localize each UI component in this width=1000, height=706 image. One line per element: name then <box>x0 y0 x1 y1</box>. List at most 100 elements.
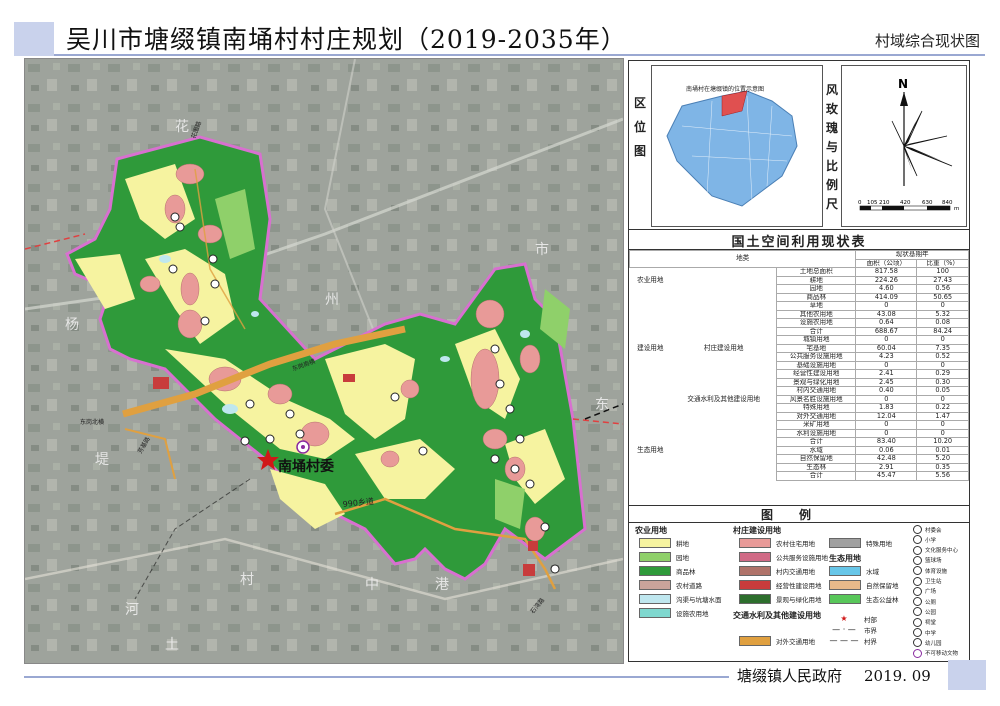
table-cell-n: 耕地 <box>776 275 857 285</box>
village-map[interactable]: 南埇村委 990乡道 东岗南横 东岗北横 芳基路 花围路 石湾路 花 杨 州 市… <box>24 58 624 664</box>
table-row: 草地 0 0 <box>630 301 969 311</box>
table-cell-s <box>671 370 777 379</box>
svg-text:210: 210 <box>879 200 890 206</box>
table-cell-a: 0.40 <box>855 386 918 396</box>
table-cell-s <box>671 404 777 413</box>
table-cell-r: 0.30 <box>916 377 969 387</box>
table-cell-a: 0 <box>855 394 918 404</box>
north-label: N <box>898 77 908 91</box>
legend-agri-head: 农业用地 <box>635 526 667 535</box>
legend-transport-head: 交通水利及其他建设用地 <box>733 611 821 620</box>
legend-swatch <box>739 579 771 590</box>
facility-icon <box>913 545 922 555</box>
table-cell-s: 交通水利及其他建设用地 <box>687 395 760 403</box>
legend-label: 生态公益林 <box>866 595 899 604</box>
table-cell-g <box>630 438 672 447</box>
facility-label: 文化服务中心 <box>925 548 959 555</box>
legend-facility-item: 卫生站 <box>913 576 942 586</box>
facility-label: 广场 <box>925 589 937 596</box>
legend-label: 经营性建设用地 <box>776 581 822 590</box>
legend-facility-item: 广场 <box>913 586 937 596</box>
legend-swatch <box>739 551 771 562</box>
table-cell-a: 0.64 <box>855 318 918 328</box>
legend-label: 耕地 <box>676 539 689 548</box>
legend-item: 商品林 <box>639 565 696 576</box>
table-cell-g <box>630 293 672 302</box>
footer-accent-square <box>948 660 986 690</box>
svg-text:840: 840 <box>942 200 953 206</box>
table-cell-n: 合计 <box>776 471 857 481</box>
table-cell-s <box>671 361 777 370</box>
table-cell-a: 83.40 <box>855 437 918 447</box>
table-cell-a: 4.60 <box>855 284 918 294</box>
facility-icon <box>913 535 922 545</box>
table-cell-n: 公共服务设施用地 <box>776 352 857 362</box>
legend-item: 设施农用地 <box>639 607 709 618</box>
table-cell-n: 城镇用地 <box>776 335 857 345</box>
legend-label: 公共服务设施用地 <box>776 553 828 562</box>
table-cell-s <box>671 421 777 430</box>
table-cell-n: 风景名胜设施用地 <box>776 394 857 404</box>
legend-swatch <box>829 579 861 590</box>
table-cell-s <box>671 285 777 294</box>
table-cell-a: 0 <box>855 301 918 311</box>
table-row: 生态林 2.91 0.35 <box>630 462 969 472</box>
table-cell-g: 生态用地 <box>637 446 664 454</box>
legend-facility-item: 中学 <box>913 628 936 637</box>
table-cell-n: 其他农用地 <box>776 309 857 319</box>
table-cell-r: 100 <box>916 267 969 277</box>
region-label-dong: 东 <box>595 397 609 413</box>
table-cell-a: 2.41 <box>855 369 918 379</box>
star-icon: ★ <box>840 614 848 623</box>
legend-item: 村内交通用地 <box>739 565 815 576</box>
table-cell-g <box>630 412 672 421</box>
facility-label: 体育设施 <box>925 568 948 575</box>
table-cell-g <box>630 370 672 379</box>
compass-label: 风 玫 瑰 与 比 例 尺 <box>825 83 838 211</box>
region-label-hua: 花 <box>175 119 189 135</box>
table-cell-g <box>630 404 672 413</box>
boundary-line-icon: — · — <box>832 625 856 634</box>
table-cell-n: 生态林 <box>776 462 857 472</box>
table-cell-s <box>671 412 777 421</box>
table-row: 合计 83.40 10.20 <box>630 437 969 447</box>
legend-swatch <box>639 551 671 562</box>
svg-text:0: 0 <box>858 200 862 206</box>
legend-swatch <box>739 635 771 646</box>
table-row: 土地总面积 817.58 100 <box>630 267 969 277</box>
table-cell-g <box>630 327 672 336</box>
table-cell-r: 0.29 <box>916 369 969 379</box>
table-cell-s <box>671 327 777 336</box>
table-row: 合计 688.67 84.24 <box>630 326 969 336</box>
facility-icon <box>913 586 922 596</box>
table-cell-a: 2.91 <box>855 462 918 472</box>
table-cell-a: 688.67 <box>855 326 918 336</box>
region-label-cun: 村 <box>240 572 254 588</box>
table-cell-s <box>671 472 777 481</box>
table-cell-g <box>630 472 672 481</box>
location-section: 区 位 图 南埇村在塘缀镇的位置示意图 风 玫 瑰 与 比 例 尺 N 0 10… <box>629 61 969 230</box>
table-cell-g: 农业用地 <box>637 276 664 284</box>
legend-item: 农村住宅用地 <box>739 537 815 548</box>
location-inset-map[interactable]: 南埇村在塘缀镇的位置示意图 <box>651 65 823 227</box>
table-cell-n: 草地 <box>776 301 857 311</box>
facility-icon <box>913 525 922 534</box>
table-row: 水利设施用地 0 0 <box>630 428 969 438</box>
table-row: 交通水利及其他建设用地 风景名胜设施用地 0 0 <box>630 394 969 404</box>
table-head-area: 面积（公顷） <box>855 258 918 268</box>
table-cell-a: 45.47 <box>855 471 918 481</box>
legend-village-head: 村庄建设用地 <box>733 526 781 535</box>
legend-facility-item: 小学 <box>913 535 936 545</box>
wind-rose-scale: N 0 105 210 420 630 840 m <box>841 65 967 227</box>
legend-item: 特殊用地 <box>829 537 892 548</box>
legend-facility-item: 祠堂 <box>913 617 936 627</box>
table-cell-n: 商品林 <box>776 292 857 302</box>
table-row: 设施农用地 0.64 0.08 <box>630 318 969 328</box>
table-cell-n: 景观与绿化用地 <box>776 377 857 387</box>
legend-eco-head: 生态用地 <box>829 554 861 563</box>
table-cell-g <box>630 285 672 294</box>
table-cell-r: 1.47 <box>916 411 969 421</box>
footer: 塘缀镇人民政府 2019. 09 <box>737 665 931 686</box>
table-cell-s <box>671 336 777 345</box>
table-cell-a: 43.08 <box>855 309 918 319</box>
